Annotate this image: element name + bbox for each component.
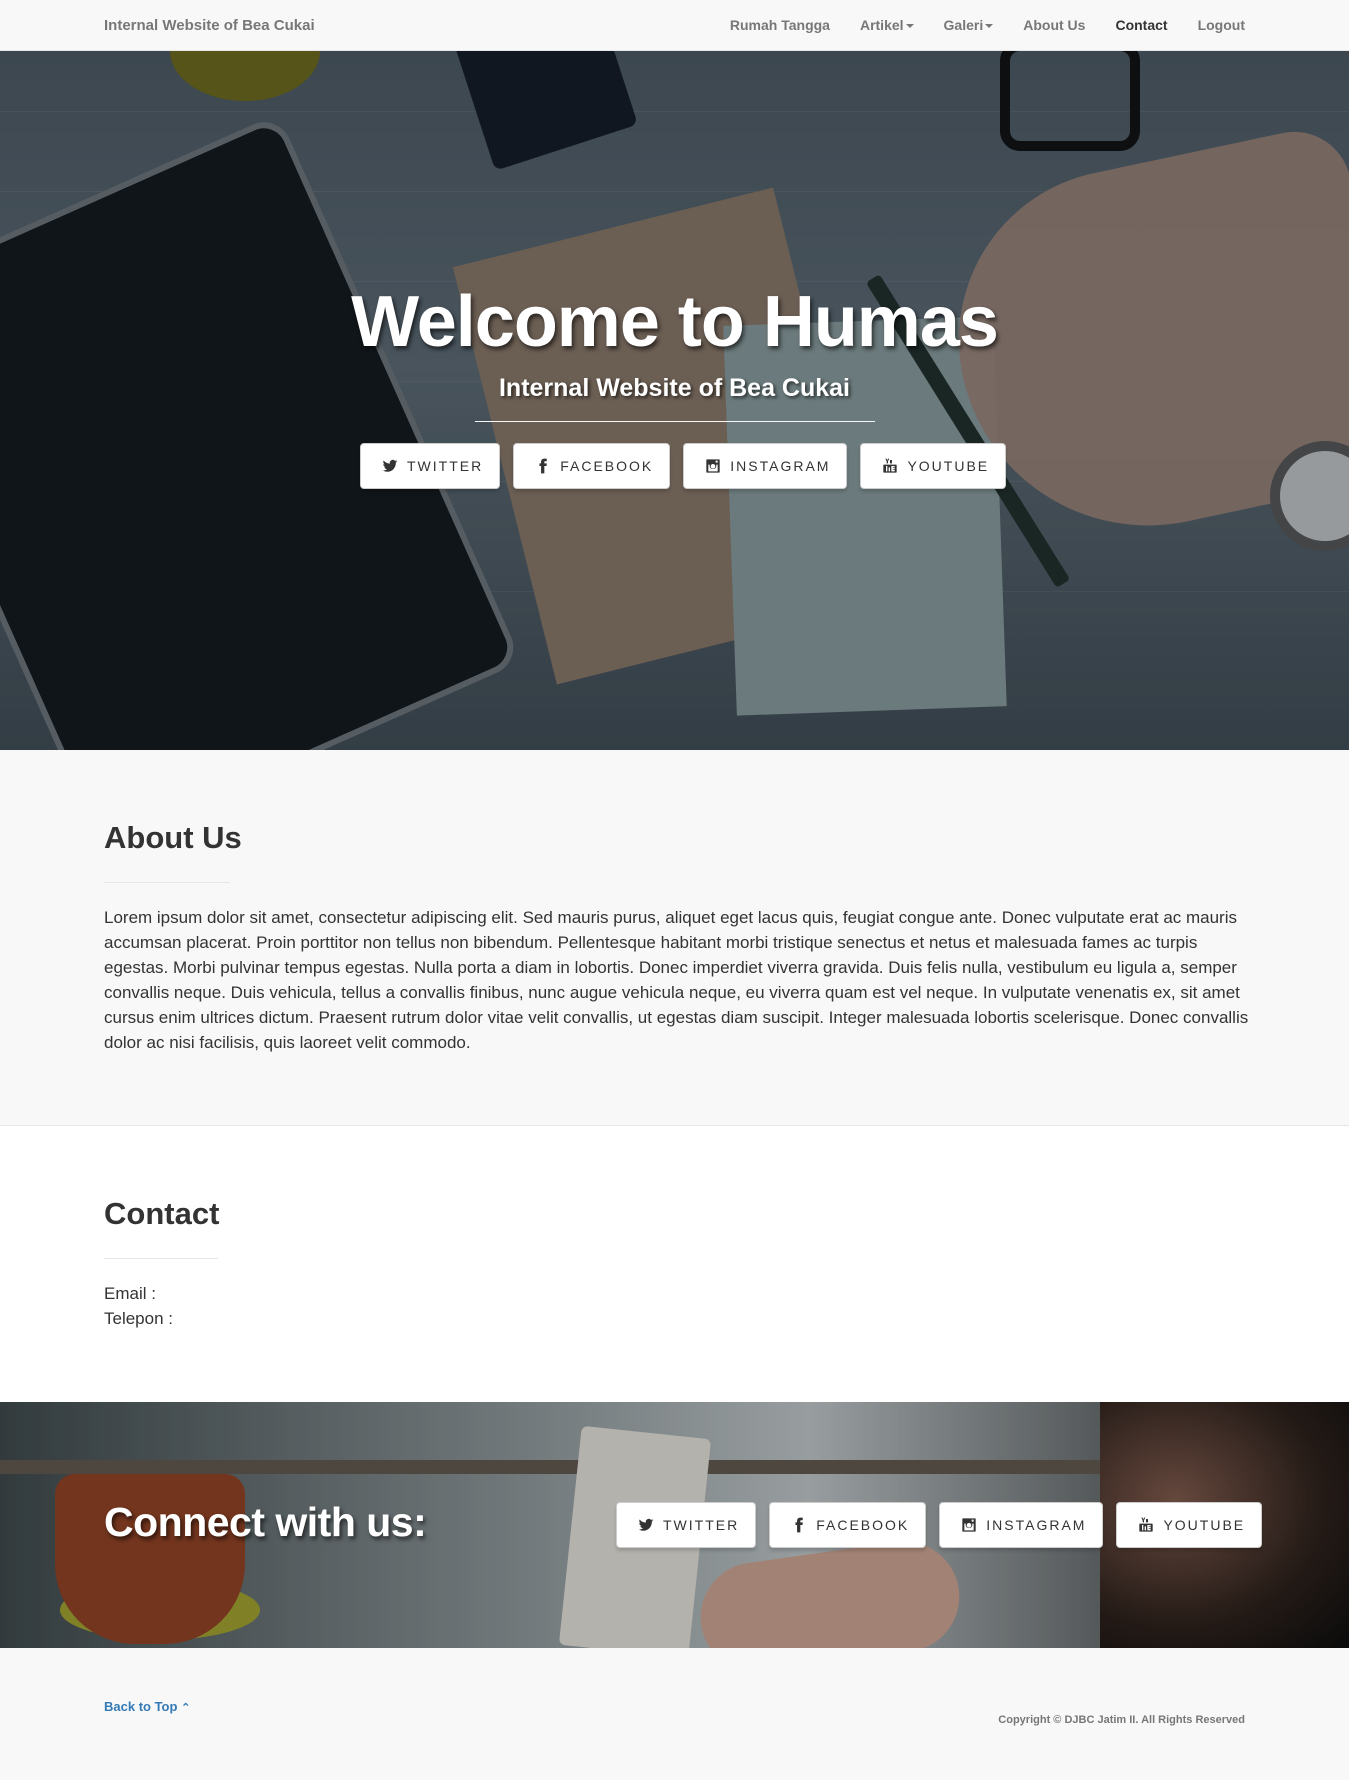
contact-section: Contact Email : Telepon :: [0, 1126, 1349, 1402]
nav-item-rumah-tangga[interactable]: Rumah Tangga: [730, 17, 830, 33]
hero-title: Welcome to Humas: [351, 282, 999, 362]
instagram-label: Instagram: [986, 1517, 1087, 1533]
instagram-button[interactable]: Instagram: [683, 443, 848, 489]
instagram-icon: [704, 457, 722, 475]
contact-email-label: Email :: [104, 1284, 156, 1303]
instagram-label: Instagram: [730, 458, 831, 474]
nav-item-about-us[interactable]: About Us: [1023, 17, 1085, 33]
footer: Back to Top ⌃ Copyright © DJBC Jatim II.…: [0, 1648, 1349, 1780]
facebook-label: Facebook: [816, 1517, 910, 1533]
facebook-icon: [790, 1516, 808, 1534]
twitter-label: Twitter: [407, 458, 484, 474]
about-body: Lorem ipsum dolor sit amet, consectetur …: [104, 908, 1249, 1052]
youtube-label: Youtube: [907, 458, 990, 474]
double-chevron-up-icon: ⌃: [181, 1702, 191, 1714]
instagram-button[interactable]: Instagram: [939, 1502, 1104, 1548]
nav-item-galeri-label: Galeri: [943, 17, 984, 33]
facebook-button[interactable]: Facebook: [769, 1502, 927, 1548]
twitter-label: Twitter: [663, 1517, 740, 1533]
connect-banner: Connect with us: Twitter Facebook Instag…: [0, 1402, 1349, 1648]
nav-item-artikel-label: Artikel: [859, 17, 904, 33]
navbar-brand[interactable]: Internal Website of Bea Cukai: [104, 17, 315, 34]
facebook-button[interactable]: Facebook: [513, 443, 671, 489]
caret-down-icon: [985, 24, 994, 29]
about-divider: [104, 882, 230, 883]
nav-item-galeri-dropdown[interactable]: Galeri: [944, 17, 994, 33]
nav-item-logout[interactable]: Logout: [1198, 17, 1245, 33]
contact-divider: [104, 1258, 218, 1259]
hero-social-buttons: Twitter Facebook Instagram Youtube: [360, 443, 1007, 489]
copyright-text: Copyright © DJBC Jatim II. All Rights Re…: [998, 1714, 1245, 1726]
twitter-icon: [381, 457, 399, 475]
navbar-menu: Rumah Tangga Artikel Galeri About Us Con…: [730, 17, 1245, 33]
hero-section: Welcome to Humas Internal Website of Bea…: [0, 51, 1349, 750]
back-to-top-link[interactable]: Back to Top ⌃: [104, 1699, 190, 1714]
twitter-button[interactable]: Twitter: [360, 443, 501, 489]
youtube-label: Youtube: [1163, 1517, 1246, 1533]
about-title: About Us: [104, 820, 242, 855]
back-to-top-label: Back to Top: [104, 1699, 178, 1714]
instagram-icon: [960, 1516, 978, 1534]
navbar: Internal Website of Bea Cukai Rumah Tang…: [0, 0, 1349, 51]
twitter-icon: [637, 1516, 655, 1534]
youtube-button[interactable]: Youtube: [1116, 1502, 1263, 1548]
facebook-icon: [534, 457, 552, 475]
contact-title: Contact: [104, 1196, 220, 1231]
youtube-icon: [1137, 1516, 1155, 1534]
nav-item-artikel-dropdown[interactable]: Artikel: [860, 17, 914, 33]
caret-down-icon: [905, 24, 914, 29]
hero-subtitle: Internal Website of Bea Cukai: [498, 374, 850, 402]
facebook-label: Facebook: [560, 458, 654, 474]
youtube-button[interactable]: Youtube: [860, 443, 1007, 489]
youtube-icon: [881, 457, 899, 475]
nav-item-contact[interactable]: Contact: [1115, 17, 1167, 33]
contact-phone-label: Telepon :: [104, 1309, 173, 1328]
connect-title: Connect with us:: [104, 1499, 427, 1545]
connect-social-buttons: Twitter Facebook Instagram Youtube: [616, 1502, 1263, 1548]
twitter-button[interactable]: Twitter: [616, 1502, 757, 1548]
about-section: About Us Lorem ipsum dolor sit amet, con…: [0, 750, 1349, 1126]
hero-divider: [475, 421, 875, 422]
